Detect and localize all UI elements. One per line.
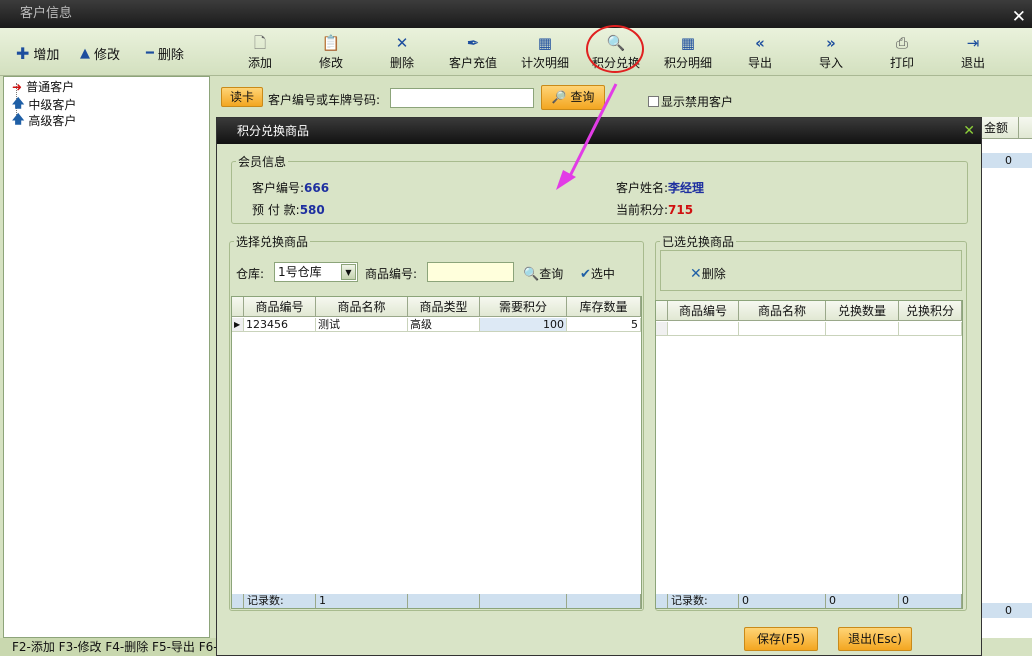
edit-button[interactable]: ▲ 修改 [80,44,120,63]
close-icon[interactable]: ✕ [1012,3,1026,31]
status-bar: F2-添加 F3-修改 F4-删除 F5-导出 F6- [0,638,218,656]
save-button[interactable]: 保存(F5) [744,627,818,651]
footer-count: 1 [316,594,408,608]
member-info-group: 会员信息 客户编号:666 预 付 款:580 客户姓名:李经理 当前积分:71… [231,153,968,224]
dialog-title: 积分兑换商品 [237,124,310,138]
member-name: 客户姓名:李经理 [616,181,705,195]
window-title: 客户信息 [20,6,73,21]
warehouse-label: 仓库: [236,267,265,281]
arrow-right-icon: ➜ [12,79,23,94]
read-card-button[interactable]: 读卡 [221,87,263,107]
x-icon: ✕ [395,34,409,52]
toolbar-import-button[interactable]: » 导入 [800,34,862,71]
tree-item-normal[interactable]: ➜ 普通客户 [12,78,74,95]
chosen-goods-legend: 已选兑换商品 [660,233,737,250]
dialog-title-bar: 积分兑换商品 ✕ [217,118,981,144]
exit-icon: ⇥ [966,34,980,52]
close-icon[interactable]: ✕ [963,118,975,144]
table-cell: 高级 [408,318,480,332]
member-points: 当前积分:715 [616,203,694,217]
warehouse-select[interactable]: 1号仓库 ▼ [274,262,358,282]
footer-label: 记录数: [244,594,316,608]
toolbar-delete-button[interactable]: ✕ 删除 [371,34,433,71]
plus-icon: ✚ [16,44,30,63]
arrow-up-icon: 🡅 [12,112,25,126]
query-button[interactable]: 🔎 查询 [541,85,605,110]
printer-icon: ⎙ [895,34,908,52]
highlight-circle [586,25,644,73]
toolbar-exit-button[interactable]: ⇥ 退出 [942,34,1004,71]
magnifier-icon: 🔎 [551,90,567,104]
row-pointer-icon: ▶ [232,318,244,332]
column-header: 兑换数量 [826,301,899,321]
chosen-grid: 商品编号 商品名称 兑换数量 兑换积分 记录数: 0 0 0 [655,300,963,609]
toolbar: ✚ 增加 ▲ 修改 ━ 删除 🗋 添加 📋 修改 ✕ 删除 ✒ 客户充值 ▦ 计次明细 🔍 积分兑… [0,28,1032,76]
delete-button[interactable]: ━ 删除 [146,44,184,63]
calendar-icon: ▦ [680,34,696,52]
table-cell: 100 [480,318,567,332]
select-goods-legend: 选择兑换商品 [234,233,311,250]
column-header: 商品编号 [668,301,739,321]
table-header: 金额 [980,117,1032,139]
pick-button[interactable]: ✔选中 [580,265,615,282]
minus-icon: ━ [146,46,154,61]
checkbox-box [648,96,659,107]
pen-icon: ✒ [466,34,480,52]
toolbar-count-detail-button[interactable]: ▦ 计次明细 [514,34,576,71]
toolbar-recharge-button[interactable]: ✒ 客户充值 [442,34,504,71]
member-prepay: 预 付 款:580 [252,203,325,217]
column-header: 需要积分 [480,297,567,317]
column-header: 商品编号 [244,297,316,317]
chosen-delete-button[interactable]: ✕删除 [690,265,726,282]
table-cell: 123456 [244,318,316,332]
document-icon: 🗋 [253,34,267,52]
double-right-icon: » [826,34,836,52]
goods-query-button[interactable]: 🔍查询 [523,265,563,282]
chevron-down-icon: ▼ [341,264,356,280]
member-info-legend: 会员信息 [236,153,289,170]
toolbar-edit-button[interactable]: 📋 修改 [300,34,362,71]
footer-count: 0 [739,594,826,608]
search-row: 读卡 客户编号或车牌号码: 🔎 查询 显示禁用客户 [218,85,1032,115]
toolbar-add-button[interactable]: 🗋 添加 [229,34,291,71]
calendar-icon: ▦ [537,34,553,52]
customer-search-input[interactable] [390,88,534,108]
x-icon: ✕ [690,266,702,282]
customer-tree: ➜ 普通客户 🡅 中级客户 🡅 高级客户 [3,76,210,638]
goods-grid: 商品编号 商品名称 商品类型 需要积分 库存数量 ▶ 123456 测试 高级 … [231,296,642,609]
background-table: 金额 0 0 [980,117,1032,638]
goods-code-input[interactable] [427,262,514,282]
column-header: 商品名称 [739,301,826,321]
edit-document-icon: 📋 [321,34,341,52]
tree-item-high[interactable]: 🡅 高级客户 [12,110,76,131]
column-header: 兑换积分 [899,301,962,321]
table-cell: 测试 [316,318,408,332]
goods-code-label: 商品编号: [365,267,418,281]
magnifier-icon: 🔍 [523,267,540,282]
footer-label: 记录数: [668,594,739,608]
table-cell: 5 [567,318,641,332]
add-button[interactable]: ✚ 增加 [16,44,59,63]
footer-quantity: 0 [826,594,899,608]
exit-button[interactable]: 退出(Esc) [838,627,912,651]
check-icon: ✔ [580,267,591,282]
column-header: 商品名称 [316,297,408,317]
footer-points: 0 [899,594,962,608]
toolbar-points-detail-button[interactable]: ▦ 积分明细 [657,34,719,71]
show-disabled-checkbox[interactable]: 显示禁用客户 [648,93,733,110]
member-id: 客户编号:666 [252,181,330,195]
table-footer-cell: 0 [980,603,1032,618]
toolbar-print-button[interactable]: ⎙ 打印 [871,34,933,71]
column-header: 库存数量 [567,297,641,317]
points-exchange-dialog: 积分兑换商品 ✕ 会员信息 客户编号:666 预 付 款:580 客户姓名:李经… [216,117,982,656]
table-cell: 0 [980,153,1032,168]
triangle-up-icon: ▲ [80,46,90,61]
search-label: 客户编号或车牌号码: [268,93,381,107]
toolbar-export-button[interactable]: «导出 [729,34,791,71]
row-indicator-header [656,301,668,321]
window-title-bar: 客户信息 ✕ [0,0,1032,28]
column-header: 商品类型 [408,297,480,317]
row-indicator-header [232,297,244,317]
double-left-icon: « [755,34,765,52]
